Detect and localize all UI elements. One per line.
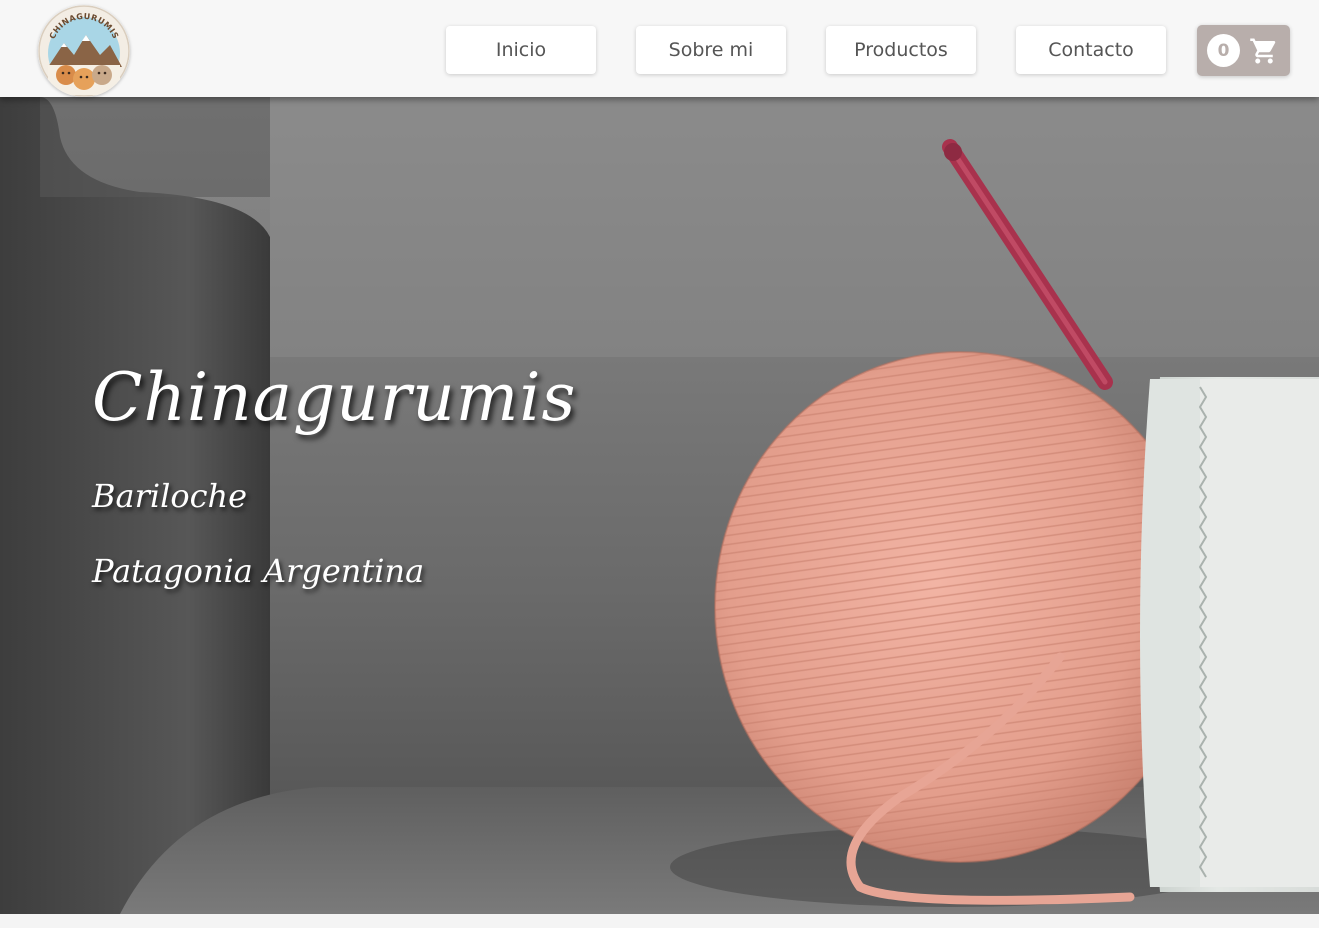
nav-productos-button[interactable]: Productos [826, 26, 976, 74]
nav-contacto-label: Contacto [1048, 39, 1134, 61]
nav-sobre-mi-label: Sobre mi [668, 39, 754, 61]
hero-location-region: Patagonia Argentina [92, 552, 425, 590]
cart-count-badge: 0 [1207, 34, 1240, 67]
shopping-cart-icon [1250, 38, 1276, 64]
logo-image: CHINAGURUMIS [38, 5, 130, 97]
page: CHINAGURUMIS Inicio Sobre mi Productos C… [0, 0, 1319, 928]
site-header: CHINAGURUMIS Inicio Sobre mi Productos C… [0, 0, 1319, 97]
nav-productos-label: Productos [854, 39, 948, 61]
hero-section: Chinagurumis Bariloche Patagonia Argenti… [0, 97, 1319, 914]
hero-title: Chinagurumis [92, 359, 577, 436]
nav-contacto-button[interactable]: Contacto [1016, 26, 1166, 74]
nav-sobre-mi-button[interactable]: Sobre mi [636, 26, 786, 74]
nav-inicio-button[interactable]: Inicio [446, 26, 596, 74]
cart-button[interactable]: 0 [1197, 25, 1290, 76]
site-logo[interactable]: CHINAGURUMIS [38, 5, 130, 97]
nav-inicio-label: Inicio [495, 39, 547, 61]
hero-location-city: Bariloche [92, 477, 248, 515]
page-bottom-strip [0, 914, 1319, 928]
